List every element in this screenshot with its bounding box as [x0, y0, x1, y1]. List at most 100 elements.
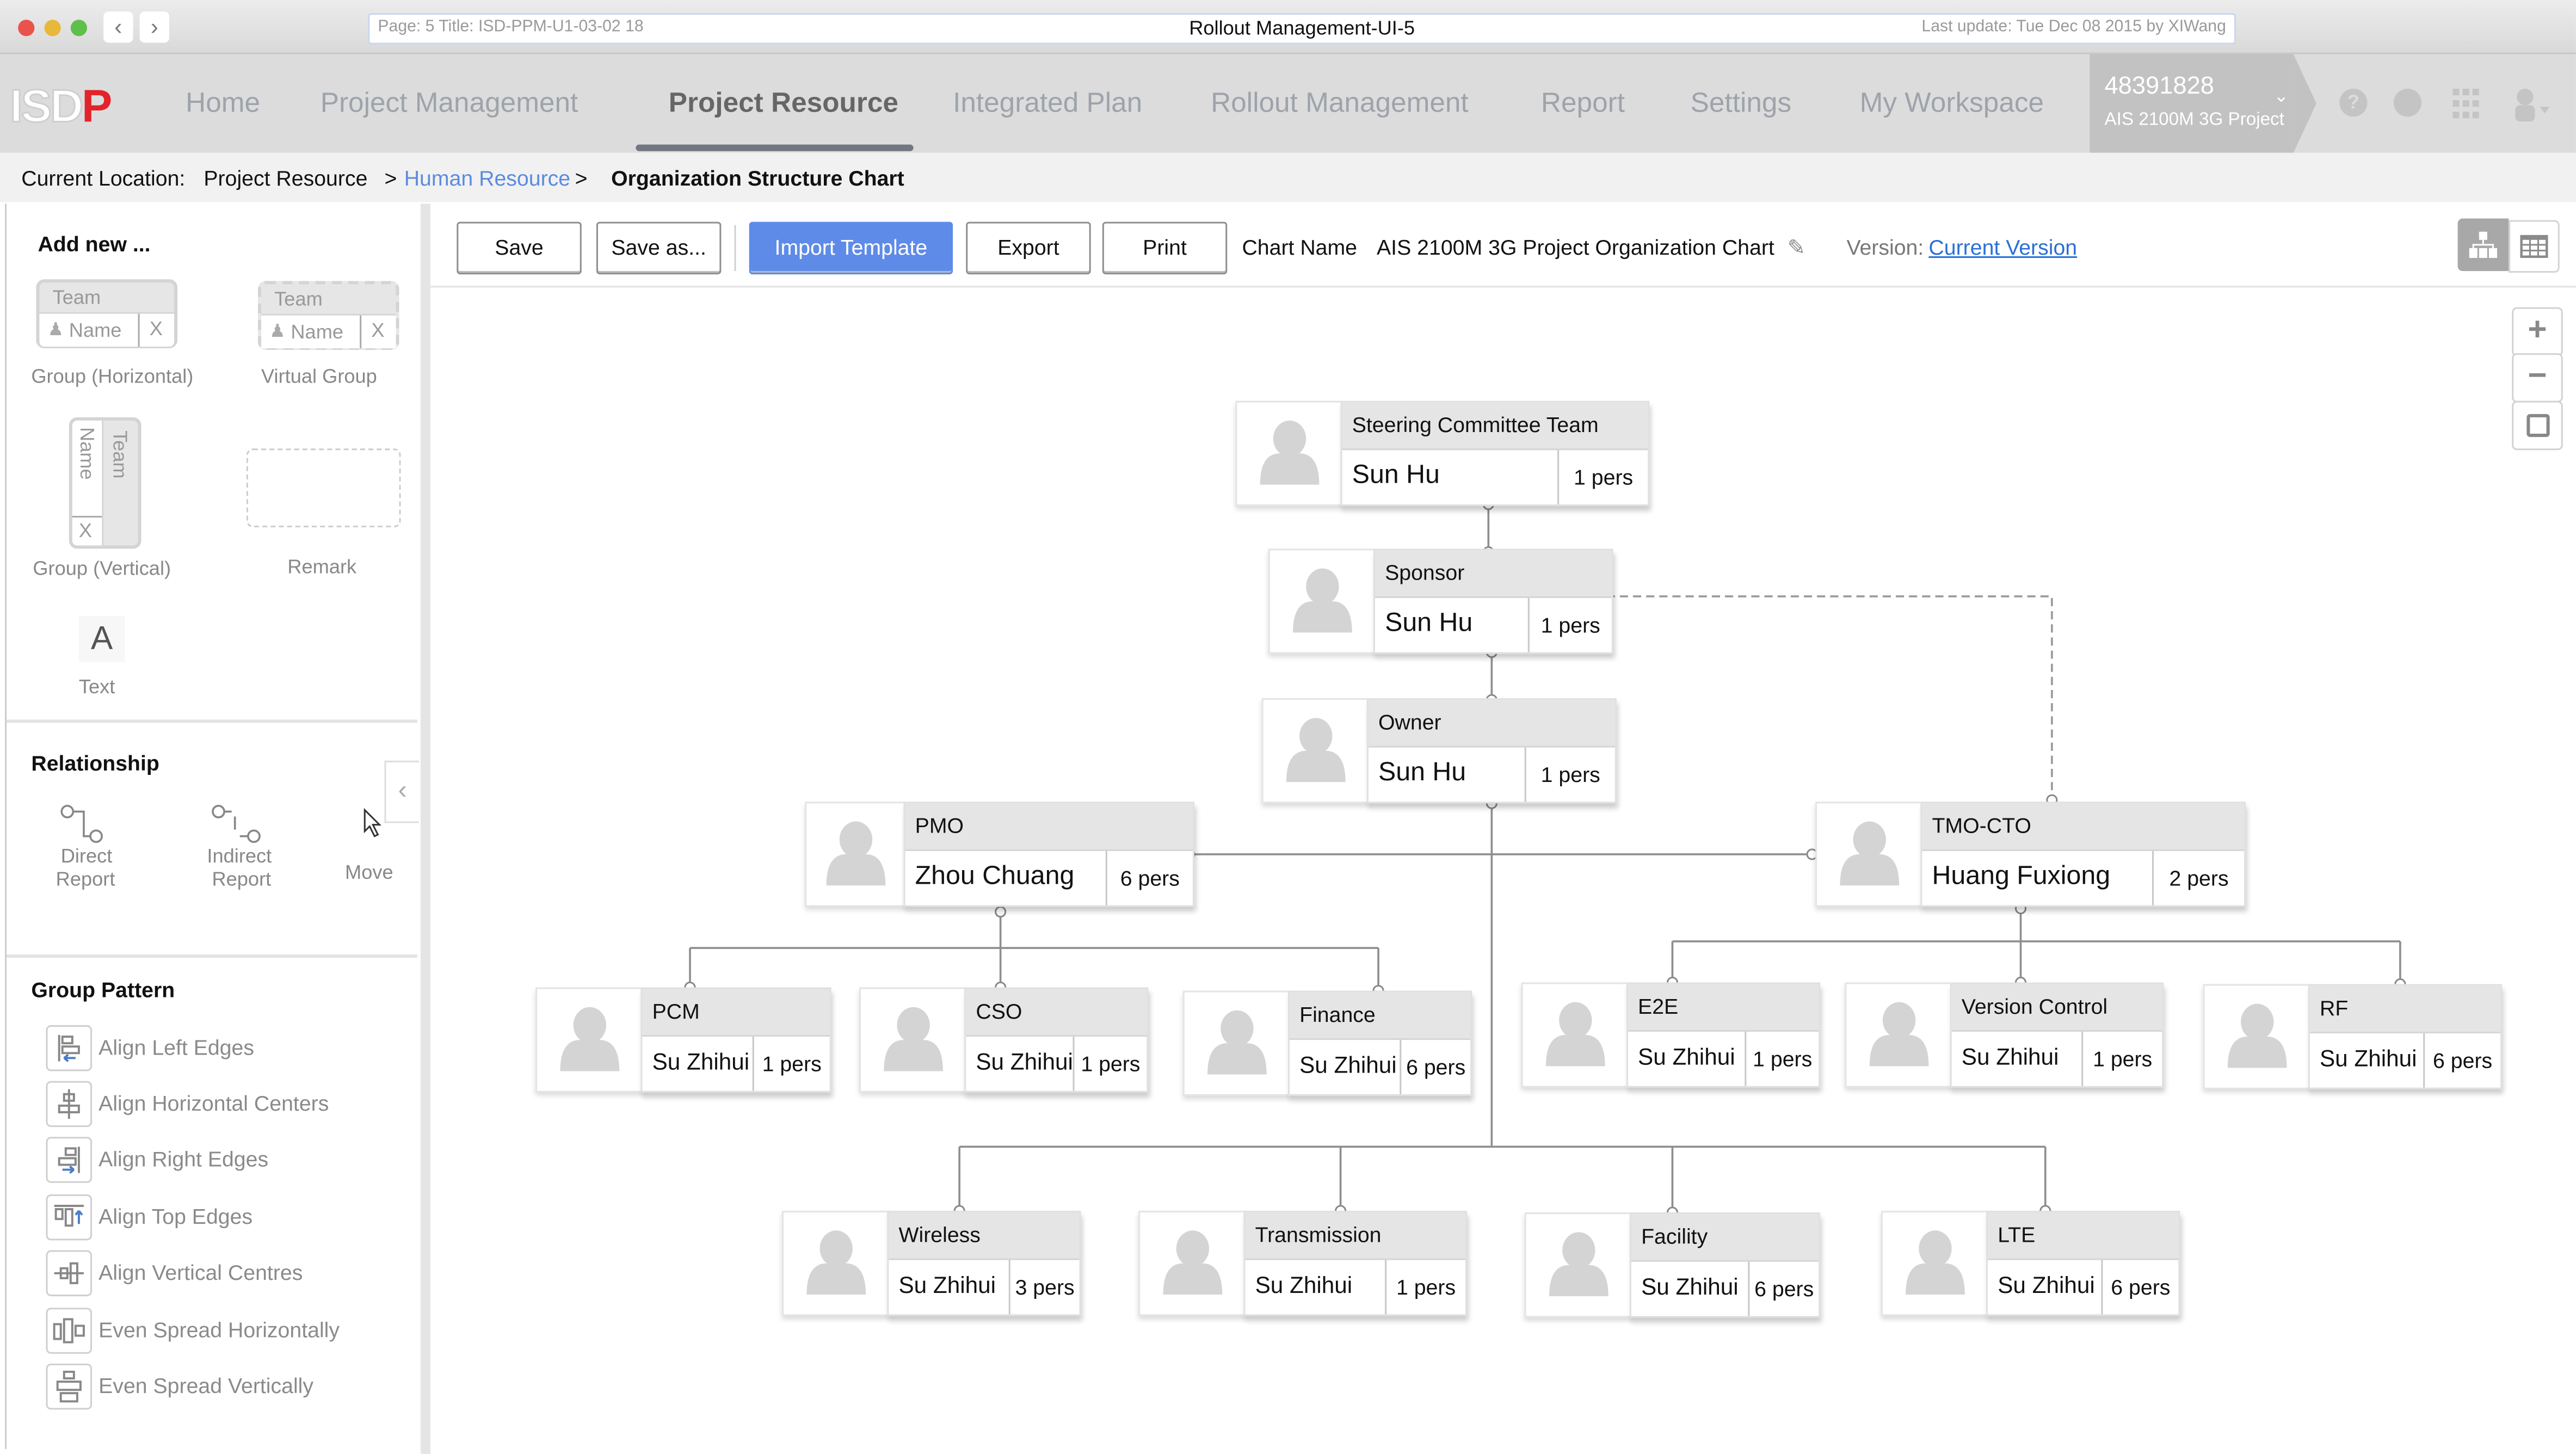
- org-node-card: LTE Su Zhihui 6 pers: [1986, 1211, 2180, 1316]
- org-node-person: Su Zhihui: [1638, 1043, 1735, 1070]
- org-node-count: 6 pers: [2423, 1033, 2500, 1088]
- org-node-count: 1 pers: [1527, 597, 1612, 652]
- org-node-title: Transmission: [1245, 1212, 1466, 1260]
- org-node-card: PMO Zhou Chuang 6 pers: [903, 802, 1194, 907]
- org-node-person: Sun Hu: [1378, 759, 1466, 787]
- person-placeholder-icon: [1163, 1230, 1223, 1295]
- org-node-finance[interactable]: Finance Su Zhihui 6 pers: [1182, 990, 1472, 1096]
- org-node-title: Steering Committee Team: [1342, 402, 1648, 451]
- person-placeholder-icon: [1545, 1002, 1605, 1067]
- person-placeholder-icon: [1840, 821, 1900, 886]
- person-placeholder-icon: [1260, 420, 1320, 485]
- avatar: [782, 1211, 891, 1316]
- org-node-count: 3 pers: [1008, 1260, 1080, 1315]
- org-node-count: 1 pers: [1073, 1037, 1147, 1091]
- org-node-pmo[interactable]: PMO Zhou Chuang 6 pers: [805, 802, 1194, 907]
- org-node-count: 2 pers: [2152, 851, 2244, 905]
- avatar: [1524, 1212, 1633, 1318]
- org-node-count: 1 pers: [1557, 450, 1648, 504]
- avatar: [1138, 1211, 1247, 1316]
- org-node-title: PCM: [642, 989, 830, 1037]
- org-node-count: 6 pers: [1748, 1261, 1819, 1316]
- org-node-count: 1 pers: [752, 1037, 830, 1091]
- org-node-person: Su Zhihui: [1299, 1051, 1397, 1078]
- org-node-person: Su Zhihui: [898, 1271, 996, 1298]
- org-node-person: Su Zhihui: [1255, 1271, 1353, 1298]
- avatar: [1235, 401, 1344, 506]
- org-node-count: 1 pers: [1385, 1260, 1465, 1315]
- avatar: [1815, 802, 1924, 907]
- org-node-count: 6 pers: [1400, 1040, 1470, 1094]
- avatar: [2203, 984, 2312, 1089]
- org-node-count: 6 pers: [1105, 851, 1193, 905]
- org-node-count: 1 pers: [1745, 1031, 1819, 1086]
- org-node-card: CSO Su Zhihui 1 pers: [964, 987, 1149, 1093]
- avatar: [1881, 1211, 1990, 1316]
- person-placeholder-icon: [826, 821, 886, 886]
- org-node-card: Steering Committee Team Sun Hu 1 pers: [1340, 401, 1650, 506]
- person-placeholder-icon: [1869, 1002, 1929, 1067]
- org-node-pcm[interactable]: PCM Su Zhihui 1 pers: [535, 987, 831, 1093]
- org-node-card: TMO-CTO Huang Fuxiong 2 pers: [1920, 802, 2246, 907]
- org-node-title: TMO-CTO: [1922, 803, 2245, 851]
- org-node-card: E2E Su Zhihui 1 pers: [1626, 982, 1821, 1088]
- org-node-title: PMO: [905, 803, 1193, 851]
- org-node-card: Transmission Su Zhihui 1 pers: [1243, 1211, 1468, 1316]
- org-node-title: Version Control: [1951, 984, 2162, 1032]
- person-placeholder-icon: [1293, 568, 1352, 633]
- avatar: [859, 987, 968, 1093]
- avatar: [1845, 982, 1953, 1088]
- org-node-card: Facility Su Zhihui 6 pers: [1629, 1212, 1821, 1318]
- org-node-count: 6 pers: [2101, 1260, 2178, 1315]
- org-node-title: Finance: [1289, 992, 1471, 1040]
- org-node-person: Su Zhihui: [1641, 1273, 1739, 1300]
- org-node-cso[interactable]: CSO Su Zhihui 1 pers: [859, 987, 1149, 1093]
- avatar: [805, 802, 907, 907]
- org-node-title: E2E: [1628, 984, 1819, 1032]
- org-node-title: Sponsor: [1375, 550, 1612, 598]
- person-placeholder-icon: [560, 1007, 620, 1071]
- org-node-wireless[interactable]: Wireless Su Zhihui 3 pers: [782, 1211, 1081, 1316]
- avatar: [535, 987, 644, 1093]
- org-node-person: Su Zhihui: [1961, 1043, 2059, 1070]
- person-placeholder-icon: [806, 1230, 866, 1295]
- org-node-person: Sun Hu: [1352, 461, 1440, 490]
- person-placeholder-icon: [2227, 1003, 2287, 1068]
- org-node-version[interactable]: Version Control Su Zhihui 1 pers: [1845, 982, 2164, 1088]
- avatar: [1261, 698, 1370, 804]
- org-node-rf[interactable]: RF Su Zhihui 6 pers: [2203, 984, 2503, 1089]
- org-node-title: Wireless: [889, 1212, 1080, 1260]
- org-node-card: RF Su Zhihui 6 pers: [2308, 984, 2503, 1089]
- person-placeholder-icon: [1286, 718, 1346, 783]
- org-node-card: Version Control Su Zhihui 1 pers: [1950, 982, 2164, 1088]
- org-node-person: Sun Hu: [1385, 609, 1473, 638]
- org-node-sponsor[interactable]: Sponsor Sun Hu 1 pers: [1268, 549, 1613, 654]
- org-node-steering[interactable]: Steering Committee Team Sun Hu 1 pers: [1235, 401, 1650, 506]
- avatar: [1268, 549, 1377, 654]
- org-node-card: Finance Su Zhihui 6 pers: [1287, 990, 1472, 1096]
- org-node-title: Owner: [1368, 700, 1615, 748]
- org-node-tmo[interactable]: TMO-CTO Huang Fuxiong 2 pers: [1815, 802, 2246, 907]
- org-node-owner[interactable]: Owner Sun Hu 1 pers: [1261, 698, 1617, 804]
- org-node-count: 1 pers: [2081, 1031, 2162, 1086]
- org-node-person: Su Zhihui: [652, 1048, 750, 1075]
- org-node-transmission[interactable]: Transmission Su Zhihui 1 pers: [1138, 1211, 1468, 1316]
- org-node-e2e[interactable]: E2E Su Zhihui 1 pers: [1521, 982, 1821, 1088]
- org-node-facility[interactable]: Facility Su Zhihui 6 pers: [1524, 1212, 1821, 1318]
- avatar: [1182, 990, 1292, 1096]
- org-node-title: Facility: [1631, 1214, 1819, 1262]
- person-placeholder-icon: [1549, 1232, 1609, 1297]
- person-placeholder-icon: [884, 1007, 943, 1071]
- org-node-person: Huang Fuxiong: [1932, 862, 2111, 891]
- org-node-lte[interactable]: LTE Su Zhihui 6 pers: [1881, 1211, 2180, 1316]
- org-node-count: 1 pers: [1524, 747, 1615, 802]
- org-node-title: RF: [2309, 985, 2501, 1034]
- org-node-person: Zhou Chuang: [915, 862, 1075, 891]
- org-node-person: Su Zhihui: [1998, 1271, 2095, 1298]
- org-chart-canvas: Steering Committee Team Sun Hu 1 pers Spons…: [0, 0, 2576, 1454]
- org-node-card: Wireless Su Zhihui 3 pers: [887, 1211, 1081, 1316]
- org-node-card: Sponsor Sun Hu 1 pers: [1373, 549, 1613, 654]
- person-placeholder-icon: [1906, 1230, 1965, 1295]
- org-node-title: CSO: [966, 989, 1147, 1037]
- avatar: [1521, 982, 1630, 1088]
